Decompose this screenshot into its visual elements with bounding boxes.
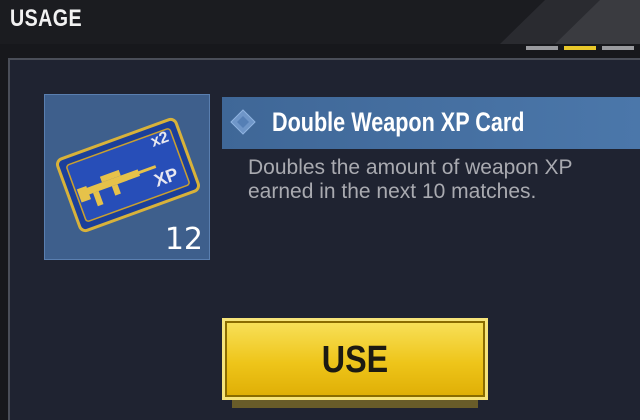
- page-indicator: [526, 46, 634, 50]
- item-type-diamond-icon: [230, 109, 256, 135]
- item-tile[interactable]: x2 XP 12: [44, 94, 210, 260]
- use-button-label: USE: [321, 339, 389, 381]
- page-dot[interactable]: [526, 46, 558, 50]
- page-dot-active[interactable]: [564, 46, 596, 50]
- item-name-bar: Double Weapon XP Card: [222, 97, 640, 149]
- item-description-text: Doubles the amount of weapon XP earned i…: [248, 156, 573, 203]
- item-name: Double Weapon XP Card: [272, 107, 525, 137]
- header-bar: USAGE: [0, 0, 640, 44]
- header-corner-decoration: [500, 0, 640, 44]
- item-description: Doubles the amount of weapon XP earned i…: [248, 156, 640, 204]
- item-quantity: 12: [164, 222, 203, 257]
- use-button[interactable]: USE: [222, 318, 488, 400]
- page-title: USAGE: [10, 5, 83, 32]
- page-dot[interactable]: [602, 46, 634, 50]
